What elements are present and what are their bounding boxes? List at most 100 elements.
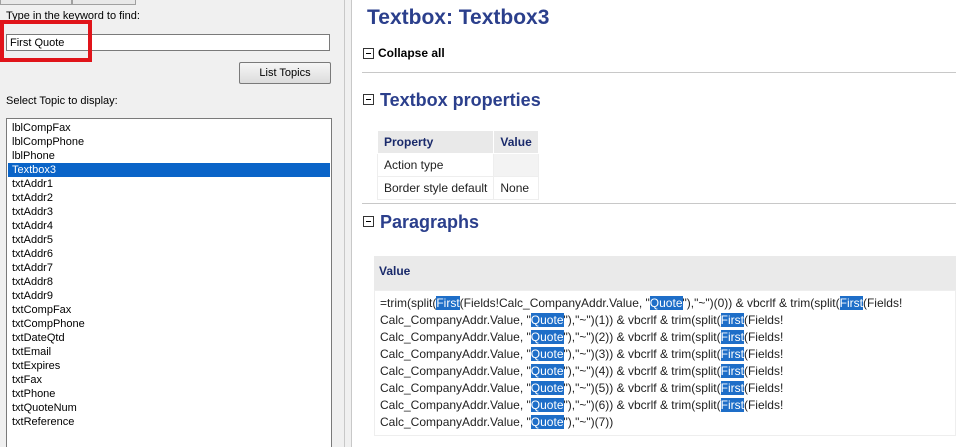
topic-list-item[interactable]: lblCompFax	[8, 121, 330, 135]
column-header-property: Property	[376, 130, 495, 154]
search-match-highlight: Quote	[530, 347, 564, 361]
topic-search-pane: Type in the keyword to find: List Topics…	[0, 0, 345, 447]
topic-list-item[interactable]: txtAddr7	[8, 261, 330, 275]
expression-segment: (Fields!	[743, 347, 784, 361]
expression-segment: Calc_CompanyAddr.Value, "	[380, 364, 531, 378]
search-match-highlight: First	[720, 347, 744, 361]
expression-segment: (Fields!	[743, 381, 784, 395]
search-match-highlight: First	[720, 364, 744, 378]
topic-list-item[interactable]: txtDateQtd	[8, 331, 330, 345]
topic-list-item[interactable]: txtAddr5	[8, 233, 330, 247]
list-topics-label: List Topics	[259, 67, 311, 79]
topic-list[interactable]: lblCompFax lblCompPhone lblPhone Textbox3 tx…	[6, 118, 332, 447]
expression-line: Calc_CompanyAddr.Value, "Quote"),"~")(7)…	[380, 414, 950, 431]
search-match-highlight: First	[720, 381, 744, 395]
search-match-highlight: Quote	[530, 364, 564, 378]
search-match-highlight: First	[839, 296, 863, 310]
topic-list-label: Select Topic to display:	[6, 95, 118, 107]
topic-list-item[interactable]: txtCompPhone	[8, 317, 330, 331]
expression-segment: =trim(split(	[380, 296, 437, 310]
topic-list-item[interactable]: lblCompPhone	[8, 135, 330, 149]
collapse-icon	[363, 93, 374, 105]
property-name: Border style default	[376, 176, 495, 200]
expression-line: Calc_CompanyAddr.Value, "Quote"),"~")(1)…	[380, 312, 950, 329]
search-match-highlight: Quote	[530, 381, 564, 395]
expression-segment: (Fields!	[743, 364, 784, 378]
search-match-highlight: Quote	[649, 296, 683, 310]
keyword-input[interactable]	[6, 34, 330, 51]
expression-line: =trim(split(First(Fields!Calc_CompanyAdd…	[380, 295, 950, 312]
collapse-all-label: Collapse all	[378, 46, 445, 60]
collapse-all-toggle[interactable]: Collapse all	[363, 46, 445, 60]
topic-list-item[interactable]: txtQuoteNum	[8, 401, 330, 415]
topic-list-item[interactable]: txtAddr8	[8, 275, 330, 289]
expression-segment: "),"~")(5)) & vbcrlf & trim(split(	[563, 381, 721, 395]
expression-line: Calc_CompanyAddr.Value, "Quote"),"~")(6)…	[380, 397, 950, 414]
search-match-highlight: First	[720, 398, 744, 412]
expression-segment: (Fields!	[743, 313, 784, 327]
expression-segment: "),"~")(0)) & vbcrlf & trim(split(	[682, 296, 840, 310]
topic-list-item[interactable]: txtAddr1	[8, 177, 330, 191]
topic-list-item[interactable]: txtAddr6	[8, 247, 330, 261]
expression-line: Calc_CompanyAddr.Value, "Quote"),"~")(4)…	[380, 363, 950, 380]
topic-list-item[interactable]: txtAddr3	[8, 205, 330, 219]
paragraphs-heading[interactable]: Paragraphs	[363, 212, 479, 233]
search-match-highlight: Quote	[530, 330, 564, 344]
tab-strip	[0, 0, 344, 5]
property-value	[493, 153, 539, 177]
search-match-highlight: Quote	[530, 415, 564, 429]
list-topics-button[interactable]: List Topics	[239, 62, 331, 84]
search-match-highlight: Quote	[530, 398, 564, 412]
expression-segment: "),"~")(4)) & vbcrlf & trim(split(	[563, 364, 721, 378]
search-match-highlight: Quote	[530, 313, 564, 327]
textbox-properties-heading[interactable]: Textbox properties	[363, 90, 541, 111]
pane-splitter[interactable]	[345, 0, 352, 447]
tab-index[interactable]	[72, 0, 136, 5]
topic-list-item[interactable]: txtPhone	[8, 387, 330, 401]
paragraph-value-block: Value =trim(split(First(Fields!Calc_Comp…	[374, 256, 956, 436]
topic-list-item[interactable]: txtCompFax	[8, 303, 330, 317]
topic-content-pane: Textbox: Textbox3 Collapse all Textbox p…	[352, 0, 956, 447]
expression-segment: "),"~")(3)) & vbcrlf & trim(split(	[563, 347, 721, 361]
collapse-icon	[363, 48, 374, 60]
expression-segment: (Fields!Calc_CompanyAddr.Value, "	[459, 296, 650, 310]
expression-segment: Calc_CompanyAddr.Value, "	[380, 347, 531, 361]
expression-segment: Calc_CompanyAddr.Value, "	[380, 398, 531, 412]
expression-segment: (Fields!	[862, 296, 903, 310]
textbox-properties-label: Textbox properties	[380, 90, 541, 110]
topic-list-item[interactable]: txtAddr9	[8, 289, 330, 303]
tab-contents[interactable]	[0, 0, 72, 5]
topic-list-item[interactable]: txtAddr4	[8, 219, 330, 233]
search-match-highlight: First	[436, 296, 460, 310]
topic-list-item[interactable]: txtFax	[8, 373, 330, 387]
paragraphs-label: Paragraphs	[380, 212, 480, 232]
topic-list-item[interactable]: Textbox3	[8, 163, 330, 177]
expression-line: Calc_CompanyAddr.Value, "Quote"),"~")(2)…	[380, 329, 950, 346]
topic-list-item[interactable]: txtEmail	[8, 345, 330, 359]
expression-line: Calc_CompanyAddr.Value, "Quote"),"~")(3)…	[380, 346, 950, 363]
expression-segment: Calc_CompanyAddr.Value, "	[380, 330, 531, 344]
search-match-highlight: First	[720, 313, 744, 327]
topic-list-item[interactable]: txtExpires	[8, 359, 330, 373]
property-value: None	[493, 176, 539, 200]
expression-segment: "),"~")(7))	[563, 415, 614, 429]
collapse-icon	[363, 215, 374, 227]
table-row: Border style default None	[376, 176, 539, 200]
topic-list-item[interactable]: txtAddr2	[8, 191, 330, 205]
table-row: Action type	[376, 153, 539, 177]
topic-list-item[interactable]: txtReference	[8, 415, 330, 429]
search-match-highlight: First	[720, 330, 744, 344]
expression-segment: Calc_CompanyAddr.Value, "	[380, 381, 531, 395]
expression-segment: Calc_CompanyAddr.Value, "	[380, 415, 531, 429]
topic-list-item[interactable]: lblPhone	[8, 149, 330, 163]
column-header-value: Value	[493, 130, 539, 154]
expression-segment: "),"~")(2)) & vbcrlf & trim(split(	[563, 330, 721, 344]
expression-segment: (Fields!	[743, 398, 784, 412]
properties-table: Property Value Action type Border style …	[376, 130, 539, 200]
value-column-header: Value	[374, 256, 956, 290]
expression-line: Calc_CompanyAddr.Value, "Quote"),"~")(5)…	[380, 380, 950, 397]
expression-text: =trim(split(First(Fields!Calc_CompanyAdd…	[374, 290, 956, 436]
expression-segment: "),"~")(1)) & vbcrlf & trim(split(	[563, 313, 721, 327]
expression-segment: (Fields!	[743, 330, 784, 344]
divider	[362, 203, 956, 204]
